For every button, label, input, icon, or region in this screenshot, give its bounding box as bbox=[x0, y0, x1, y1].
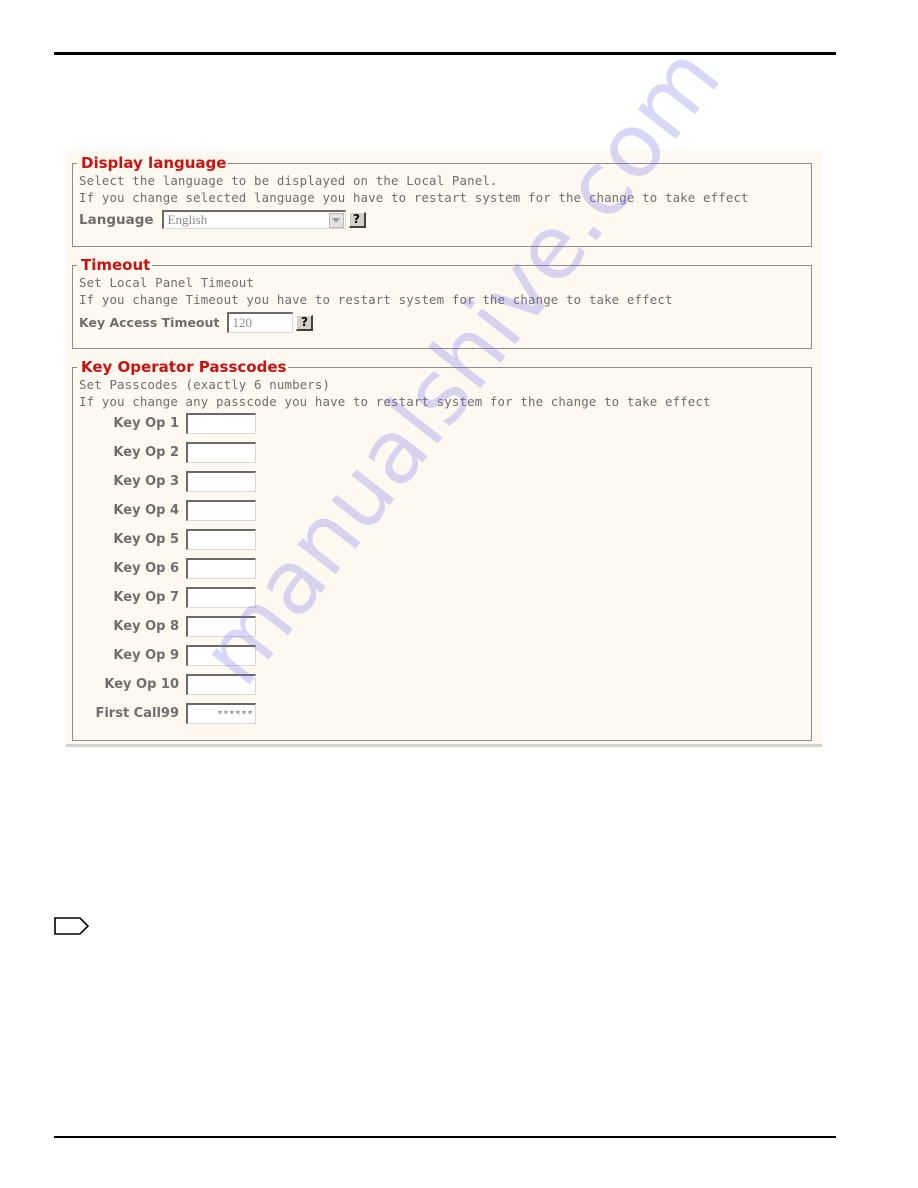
language-select[interactable]: English bbox=[161, 210, 346, 229]
footer-rule bbox=[54, 1136, 836, 1138]
display-language-group: Display language Select the language to … bbox=[72, 154, 812, 247]
key-op-6-input[interactable] bbox=[186, 558, 256, 579]
key-op-3-input[interactable] bbox=[186, 471, 256, 492]
display-language-title: Display language bbox=[81, 154, 227, 172]
language-help-button[interactable]: ? bbox=[348, 211, 366, 228]
timeout-title: Timeout bbox=[81, 256, 151, 274]
key-op-8-input[interactable] bbox=[186, 616, 256, 637]
timeout-group: Timeout Set Local Panel Timeout If you c… bbox=[72, 256, 812, 349]
key-op-6-label: Key Op 6 bbox=[113, 561, 179, 576]
language-label: Language bbox=[79, 211, 154, 228]
display-language-desc-1: Select the language to be displayed on t… bbox=[79, 173, 498, 188]
note-arrow-icon bbox=[54, 917, 90, 935]
key-op-10-label: Key Op 10 bbox=[104, 677, 179, 692]
language-select-value: English bbox=[167, 212, 208, 227]
passcodes-desc-1: Set Passcodes (exactly 6 numbers) bbox=[79, 377, 331, 392]
question-mark-icon: ? bbox=[300, 315, 308, 329]
display-language-desc-2: If you change selected language you have… bbox=[79, 190, 749, 205]
panel-bottom-edge bbox=[66, 744, 822, 747]
key-op-9-input[interactable] bbox=[186, 645, 256, 666]
first-call99-input[interactable] bbox=[186, 703, 256, 724]
key-op-9-label: Key Op 9 bbox=[113, 648, 179, 663]
key-op-1-input[interactable] bbox=[186, 413, 256, 434]
timeout-help-button[interactable]: ? bbox=[296, 314, 314, 331]
key-op-1-label: Key Op 1 bbox=[113, 416, 179, 431]
key-op-2-input[interactable] bbox=[186, 442, 256, 463]
key-op-3-label: Key Op 3 bbox=[113, 474, 179, 489]
key-op-5-input[interactable] bbox=[186, 529, 256, 550]
first-call99-label: First Call99 bbox=[95, 706, 179, 721]
key-op-8-label: Key Op 8 bbox=[113, 619, 179, 634]
question-mark-icon: ? bbox=[353, 212, 361, 226]
passcodes-group: Key Operator Passcodes Set Passcodes (ex… bbox=[72, 358, 812, 741]
key-op-7-input[interactable] bbox=[186, 587, 256, 608]
header-rule bbox=[54, 52, 836, 55]
timeout-desc-1: Set Local Panel Timeout bbox=[79, 275, 255, 290]
key-op-10-input[interactable] bbox=[186, 674, 256, 695]
passcodes-desc-2: If you change any passcode you have to r… bbox=[79, 394, 711, 409]
key-op-4-label: Key Op 4 bbox=[113, 503, 179, 518]
settings-panel: Display language Select the language to … bbox=[66, 150, 822, 744]
key-op-5-label: Key Op 5 bbox=[113, 532, 179, 547]
chevron-down-icon[interactable] bbox=[328, 212, 344, 228]
key-op-7-label: Key Op 7 bbox=[113, 590, 179, 605]
passcodes-title: Key Operator Passcodes bbox=[81, 358, 287, 376]
timeout-desc-2: If you change Timeout you have to restar… bbox=[79, 292, 673, 307]
key-op-4-input[interactable] bbox=[186, 500, 256, 521]
key-access-timeout-label: Key Access Timeout bbox=[79, 315, 220, 330]
key-op-2-label: Key Op 2 bbox=[113, 445, 179, 460]
key-access-timeout-input[interactable] bbox=[227, 312, 294, 333]
passcode-list: Key Op 1 Key Op 2 Key Op 3 Key Op 4 Key … bbox=[79, 413, 811, 724]
